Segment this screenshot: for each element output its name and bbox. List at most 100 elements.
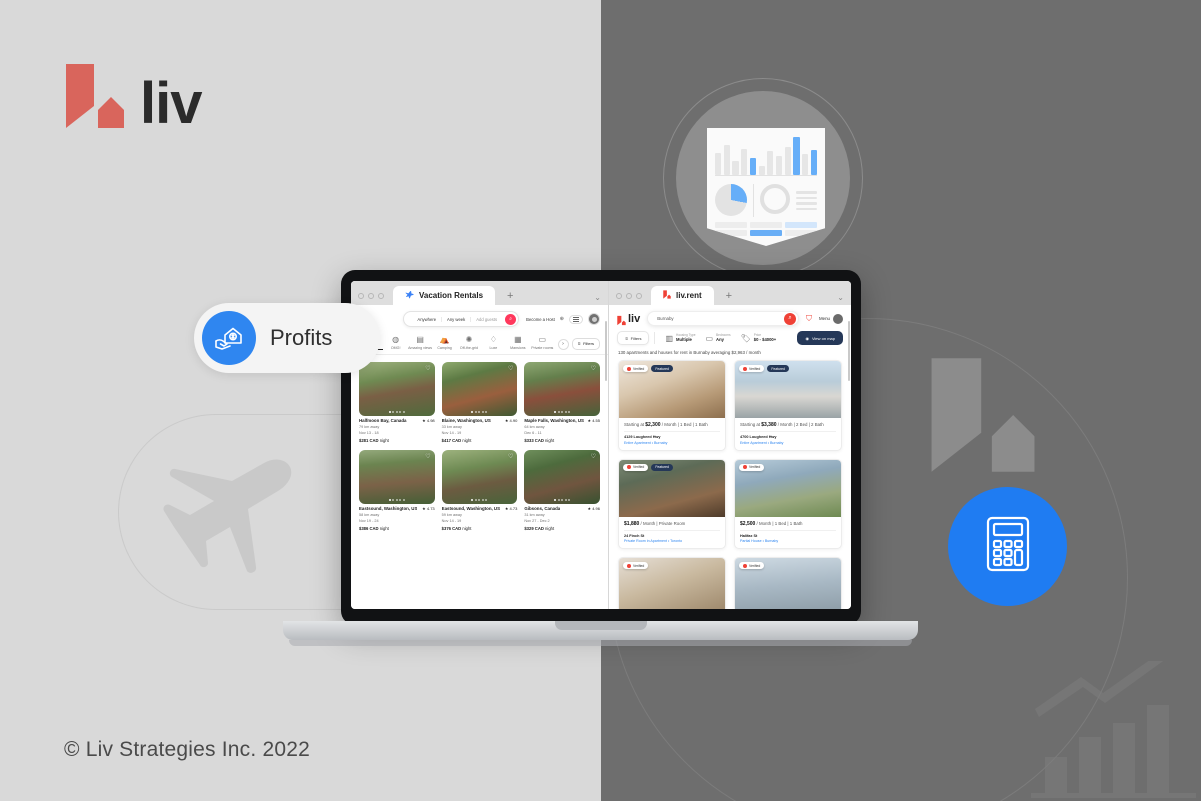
listing-photo[interactable]: ♡ <box>524 449 600 504</box>
listing-address: 4700 Lougheed Hwy <box>740 435 777 439</box>
dashboard-bar <box>767 151 774 175</box>
photo-dots <box>554 498 571 501</box>
listing-card[interactable]: Verified <box>618 557 726 609</box>
category-omg-[interactable]: ◍ OMG! <box>383 336 407 350</box>
filters-label: Filters <box>583 341 594 346</box>
search-icon[interactable]: ⌕ <box>505 313 517 325</box>
window-controls-left[interactable] <box>356 293 389 305</box>
heart-icon[interactable]: ♡ <box>508 365 513 372</box>
chevron-right-icon[interactable]: › <box>557 338 569 350</box>
profits-badge-pill[interactable]: Profits <box>194 303 380 373</box>
listing-address: 4129 Lougheed Hwy <box>624 435 661 439</box>
vacation-header-actions: Become a Host ⊕ <box>526 311 600 327</box>
category-luxe[interactable]: ♢ Luxe <box>481 336 505 350</box>
hamburger-icon[interactable] <box>569 314 583 324</box>
listing-photo[interactable]: ♡ <box>359 361 435 416</box>
tab-vacation-rentals[interactable]: Vacation Rentals <box>393 286 496 305</box>
search-where[interactable]: Anywhere <box>412 316 443 322</box>
listing-photo[interactable]: Verified <box>735 459 841 517</box>
heart-icon[interactable]: ♡ <box>425 453 430 460</box>
photo-dots <box>388 498 405 501</box>
listing-card[interactable]: ♡ Halfmoon Bay, Canada ★ 4.98 79 km away Nov… <box>359 361 435 443</box>
search-input-livrent[interactable]: Burnaby ⌕ <box>647 311 800 326</box>
new-tab-button-left[interactable]: + <box>499 290 521 305</box>
liv-logo-watermark <box>928 350 1038 480</box>
filters-button-vacation[interactable]: ⚟ Filters <box>571 337 600 350</box>
listing-photo[interactable]: ♡ <box>441 361 518 416</box>
listing-photo[interactable]: Verified Featured <box>619 459 725 517</box>
category-label: Private rooms <box>531 345 554 350</box>
chevron-down-icon-left[interactable]: ⌄ <box>594 293 601 302</box>
listing-card[interactable]: ♡ Blaine, Washington, US ★ 4.90 33 km away N… <box>441 361 518 443</box>
filters-button-livrent[interactable]: ⚟ Filters <box>617 331 650 345</box>
listing-photo[interactable]: ♡ <box>359 449 435 504</box>
views-icon: ▤ <box>416 335 424 344</box>
search-icon[interactable]: ⌕ <box>784 312 797 325</box>
listing-card[interactable]: ♡ Gibsons, Canada ★ 4.96 31 km away Nov 27 -… <box>524 449 600 531</box>
scrollbar-right[interactable] <box>848 321 850 381</box>
listing-photo[interactable]: ♡ <box>524 361 600 416</box>
category-camping[interactable]: ⛺ Camping <box>432 336 456 350</box>
listing-dates: Nov 13 - 18 <box>359 430 379 435</box>
category-label: Camping <box>437 345 452 350</box>
listing-rating: ★ 4.96 <box>587 505 600 511</box>
listing-card[interactable]: Verified Featured $1,880 / Month | Private… <box>618 458 726 549</box>
filter-tile-bedrooms[interactable]: ▭ Bedrooms Any <box>700 333 735 342</box>
listing-card[interactable]: ♡ Eastsound, Washington, US ★ 4.73 59 km aw… <box>441 449 518 531</box>
browser-window-vacation-rentals: Vacation Rentals + ⌄ Anywhere Any week A… <box>351 281 609 609</box>
menu-button-livrent[interactable]: Menu <box>819 313 843 324</box>
listing-photo[interactable]: Verified Featured <box>619 361 725 418</box>
livrent-logo[interactable]: liv <box>617 313 640 326</box>
tab-title-right: liv.rent <box>676 291 702 300</box>
listing-card[interactable]: Verified Featured Starting at $3,380 / Mon… <box>734 360 842 451</box>
listing-card[interactable]: ♡ Eastsound, Washington, US ★ 4.73 58 km aw… <box>359 449 435 531</box>
listing-price: $386 CAD night <box>359 525 389 531</box>
heart-icon[interactable]: ♡ <box>508 453 513 460</box>
tab-livrent[interactable]: liv.rent <box>651 286 714 305</box>
globe-icon[interactable]: ⊕ <box>560 316 564 322</box>
listing-title: Eastsound, Washington, US <box>359 505 418 511</box>
tab-title-left: Vacation Rentals <box>419 291 484 300</box>
listing-card[interactable]: ♡ Maple Falls, Washington, US ★ 4.55 64 km … <box>524 361 600 443</box>
user-avatar-icon[interactable] <box>588 313 600 325</box>
listing-price: $333 CAD night <box>524 437 555 443</box>
dashboard-bar <box>723 145 730 175</box>
filter-tile-housing-type[interactable]: ▥ Housing Type Multiple <box>660 333 700 342</box>
category-mansions[interactable]: ▦ Mansions <box>506 336 530 350</box>
growth-chart-icon <box>1021 645 1201 801</box>
listing-photo[interactable]: ♡ <box>441 449 518 504</box>
browser-tabbar-left: Vacation Rentals + ⌄ <box>351 281 608 305</box>
category-private-rooms[interactable]: ▭ Private rooms <box>530 336 554 350</box>
listing-title: Eastsound, Washington, US <box>441 505 501 511</box>
luxe-icon: ♢ <box>489 335 497 344</box>
listing-photo[interactable]: Verified <box>735 558 841 609</box>
chevron-down-icon-right[interactable]: ⌄ <box>837 293 844 302</box>
search-bar-vacation[interactable]: Anywhere Any week Add guests ⌕ <box>403 311 520 327</box>
new-tab-button-right[interactable]: + <box>718 290 740 305</box>
filter-tile-price[interactable]: 🏷 Price $0 - $4000+ <box>736 333 782 342</box>
listing-photo[interactable]: Verified Featured <box>735 361 841 418</box>
listing-card[interactable]: Verified $2,500 / Month | 1 Bed | 1 Bath H… <box>734 458 842 549</box>
category-amazing-views[interactable]: ▤ Amazing views <box>408 336 432 350</box>
search-who[interactable]: Add guests <box>471 317 502 322</box>
filter-bar-livrent: ⚟ Filters ▥ Housing Type Multiple ▭ Bedrooms… <box>609 331 851 350</box>
filter-separator <box>654 332 656 344</box>
dashboard-divider <box>753 184 754 217</box>
category-label: Amazing views <box>408 345 433 350</box>
heart-icon[interactable]: ♡ <box>425 365 430 372</box>
heart-icon[interactable]: ♡ <box>591 453 596 460</box>
category-off-the-grid[interactable]: ✺ Off-the-grid <box>457 336 481 350</box>
filter-value: $0 - $4000+ <box>753 337 777 343</box>
listing-card[interactable]: Verified Featured Starting at $2,300 / Mon… <box>618 360 726 451</box>
view-on-map-button[interactable]: ◉ View on map <box>797 331 843 345</box>
heart-icon[interactable]: ♡ <box>591 365 596 372</box>
listing-price: Starting at $2,300 / Month | 1 Bed | 1 B… <box>624 422 720 432</box>
window-controls-right[interactable] <box>614 293 647 305</box>
calculator-bubble[interactable] <box>948 487 1067 606</box>
listing-photo[interactable]: Verified <box>619 558 725 609</box>
scrollbar-left[interactable] <box>605 321 607 381</box>
search-when[interactable]: Any week <box>442 316 472 322</box>
listing-card[interactable]: Verified <box>734 557 842 609</box>
shield-icon[interactable]: ⛉ <box>806 314 812 324</box>
become-a-host-link[interactable]: Become a Host <box>526 317 555 322</box>
